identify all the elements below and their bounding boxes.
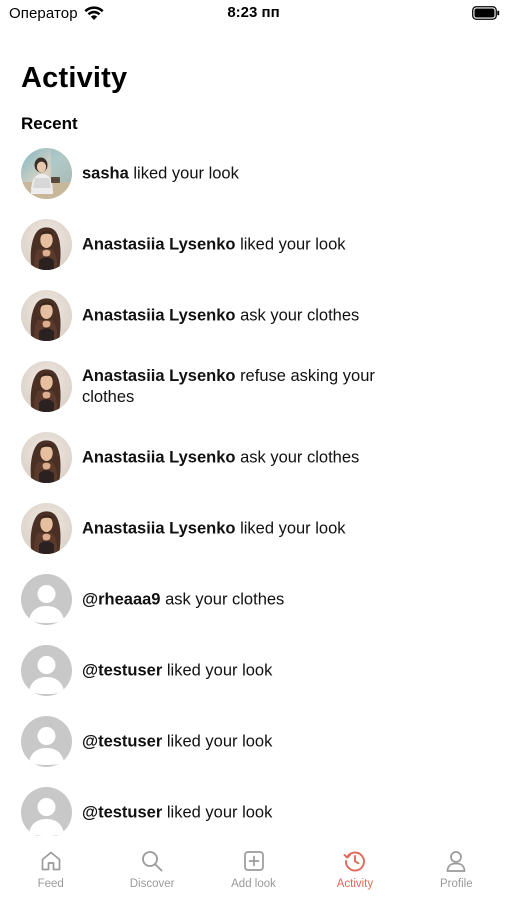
activity-list[interactable]: sasha liked your look Anastasiia Lysenko…	[0, 138, 507, 836]
default-avatar-icon	[21, 787, 72, 836]
default-avatar-icon	[21, 574, 72, 625]
history-icon	[342, 848, 368, 874]
avatar-photo	[21, 503, 72, 554]
activity-username[interactable]: @rheaaa9	[82, 590, 160, 608]
activity-item[interactable]: Anastasiia Lysenko liked your look	[0, 493, 507, 564]
activity-item[interactable]: @testuser liked your look	[0, 777, 507, 836]
activity-username[interactable]: Anastasiia Lysenko	[82, 519, 235, 537]
avatar-photo	[21, 432, 72, 483]
activity-action: ask your clothes	[240, 448, 360, 466]
activity-action: ask your clothes	[165, 590, 285, 608]
tab-label: Feed	[37, 878, 64, 890]
avatar[interactable]	[21, 645, 72, 696]
avatar[interactable]	[21, 716, 72, 767]
default-avatar-icon	[21, 716, 72, 767]
tab-add-look[interactable]: Add look	[203, 836, 304, 900]
activity-action: liked your look	[166, 803, 273, 821]
activity-text: Anastasiia Lysenko liked your look	[82, 518, 377, 539]
avatar[interactable]	[21, 361, 72, 412]
page-title: Activity	[21, 62, 128, 94]
activity-screen: Оператор 8:23 пп Activity Recent sasha l…	[0, 0, 507, 900]
status-time: 8:23 пп	[227, 4, 280, 21]
activity-action: liked your look	[133, 164, 239, 182]
person-icon	[443, 848, 469, 874]
avatar-photo	[21, 290, 72, 341]
home-icon	[38, 848, 64, 874]
activity-item[interactable]: Anastasiia Lysenko liked your look	[0, 209, 507, 280]
avatar-photo	[21, 219, 72, 270]
activity-text: @testuser liked your look	[82, 660, 377, 681]
activity-text: Anastasiia Lysenko ask your clothes	[82, 305, 377, 326]
activity-text: sasha liked your look	[82, 163, 377, 184]
plus-square-icon	[241, 848, 267, 874]
avatar-photo	[21, 361, 72, 412]
tab-feed[interactable]: Feed	[0, 836, 101, 900]
search-icon	[139, 848, 165, 874]
activity-item[interactable]: @testuser liked your look	[0, 706, 507, 777]
activity-username[interactable]: Anastasiia Lysenko	[82, 448, 235, 466]
activity-username[interactable]: sasha	[82, 164, 129, 182]
activity-text: Anastasiia Lysenko ask your clothes	[82, 447, 377, 468]
avatar[interactable]	[21, 787, 72, 836]
activity-text: @testuser liked your look	[82, 731, 377, 752]
default-avatar-icon	[21, 645, 72, 696]
activity-action: ask your clothes	[240, 306, 360, 324]
activity-username[interactable]: Anastasiia Lysenko	[82, 235, 235, 253]
activity-text: Anastasiia Lysenko liked your look	[82, 234, 377, 255]
battery-icon	[472, 6, 500, 20]
avatar-photo	[21, 148, 72, 199]
activity-username[interactable]: @testuser	[82, 661, 162, 679]
tab-activity[interactable]: Activity	[304, 836, 405, 900]
avatar[interactable]	[21, 503, 72, 554]
activity-item[interactable]: Anastasiia Lysenko ask your clothes	[0, 280, 507, 351]
tab-label: Profile	[440, 878, 473, 890]
activity-text: @testuser liked your look	[82, 802, 377, 823]
tab-discover[interactable]: Discover	[101, 836, 202, 900]
avatar[interactable]	[21, 290, 72, 341]
tab-label: Discover	[129, 878, 175, 890]
activity-item[interactable]: Anastasiia Lysenko refuse asking your cl…	[0, 351, 507, 422]
activity-action: liked your look	[240, 235, 346, 253]
activity-username[interactable]: @testuser	[82, 803, 162, 821]
section-title-recent: Recent	[21, 114, 78, 133]
activity-item[interactable]: Anastasiia Lysenko ask your clothes	[0, 422, 507, 493]
activity-username[interactable]: @testuser	[82, 732, 162, 750]
activity-text: Anastasiia Lysenko refuse asking your cl…	[82, 366, 377, 408]
avatar[interactable]	[21, 219, 72, 270]
activity-item[interactable]: @testuser liked your look	[0, 635, 507, 706]
activity-item[interactable]: sasha liked your look	[0, 138, 507, 209]
activity-username[interactable]: Anastasiia Lysenko	[82, 367, 235, 385]
avatar[interactable]	[21, 574, 72, 625]
avatar[interactable]	[21, 432, 72, 483]
tab-label: Add look	[231, 878, 276, 890]
activity-item[interactable]: @rheaaa9 ask your clothes	[0, 564, 507, 635]
avatar[interactable]	[21, 148, 72, 199]
activity-text: @rheaaa9 ask your clothes	[82, 589, 377, 610]
activity-action: liked your look	[166, 732, 273, 750]
tab-profile[interactable]: Profile	[406, 836, 507, 900]
activity-action: liked your look	[240, 519, 346, 537]
status-bar: Оператор 8:23 пп	[0, 0, 507, 30]
tab-label: Activity	[336, 878, 374, 890]
activity-username[interactable]: Anastasiia Lysenko	[82, 306, 235, 324]
activity-action: liked your look	[166, 661, 273, 679]
tab-bar: Feed Discover Add look Activity Profile	[0, 836, 507, 900]
